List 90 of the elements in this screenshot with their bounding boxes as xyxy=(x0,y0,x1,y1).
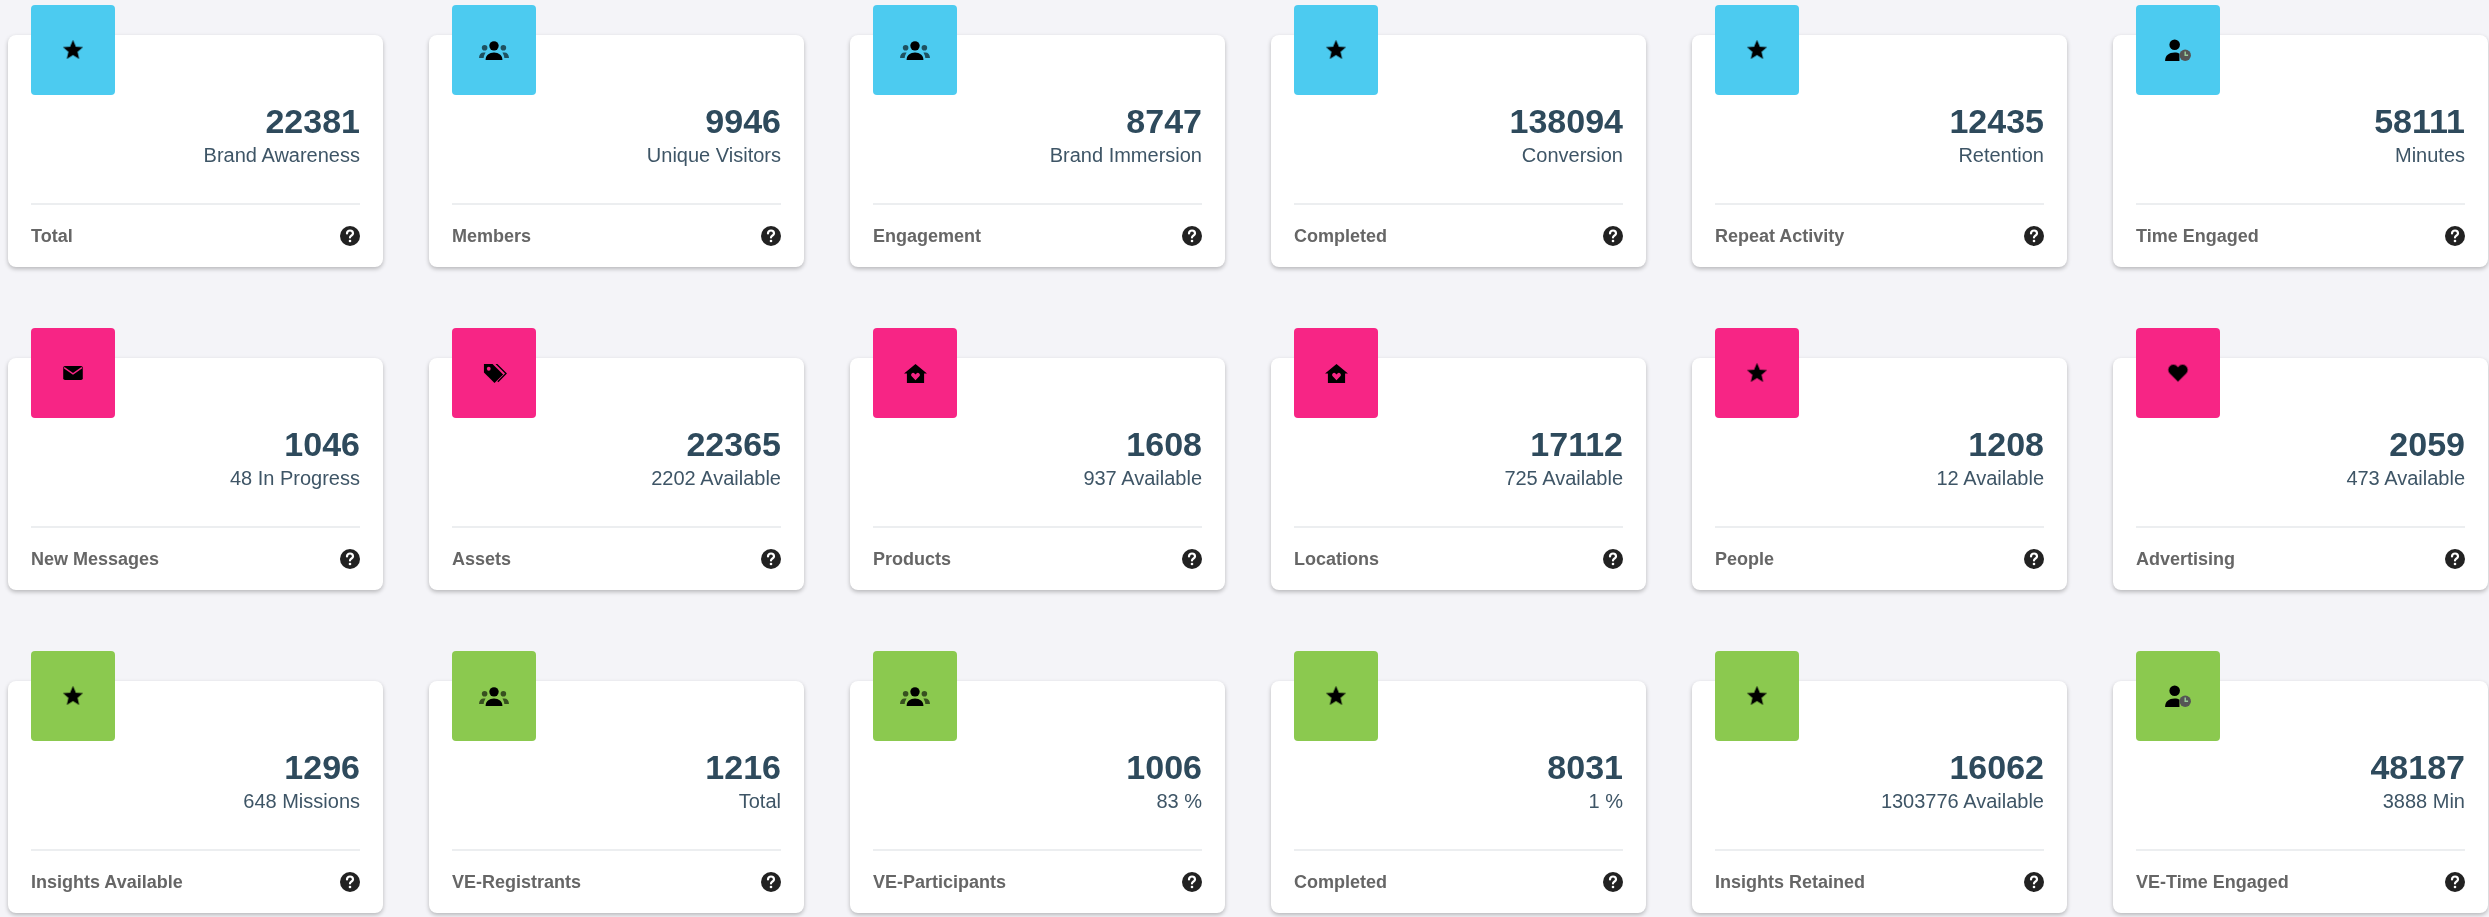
star-icon xyxy=(1325,39,1347,61)
help-icon[interactable] xyxy=(1182,872,1202,892)
card-label: Repeat Activity xyxy=(1715,225,1845,247)
stat-caption: 1303776 Available xyxy=(1880,789,2044,814)
user-clock-icon xyxy=(2164,684,2192,708)
card-label: Engagement xyxy=(873,225,982,247)
help-icon[interactable] xyxy=(2024,226,2044,246)
stat-caption: 473 Available xyxy=(2346,466,2465,491)
help-icon[interactable] xyxy=(340,872,360,892)
stat-caption: 1 % xyxy=(1588,789,1623,814)
stat-caption: 725 Available xyxy=(1504,466,1623,491)
stat-caption: 12 Available xyxy=(1936,466,2044,491)
card-label: VE-Registrants xyxy=(452,871,582,893)
help-icon[interactable] xyxy=(1603,549,1623,569)
stat-value: 1296 xyxy=(284,747,360,787)
star-icon xyxy=(1746,39,1768,61)
stat-value: 1216 xyxy=(705,747,781,787)
help-icon[interactable] xyxy=(340,549,360,569)
card-label: Locations xyxy=(1294,548,1379,570)
card-label: Completed xyxy=(1294,871,1387,893)
help-icon[interactable] xyxy=(1182,226,1202,246)
stat-value: 22381 xyxy=(265,101,360,141)
stat-caption: 2202 Available xyxy=(651,466,781,491)
group-icon xyxy=(900,39,930,61)
card-label: Insights Available xyxy=(31,871,183,893)
stat-caption: 3888 Min xyxy=(2382,789,2465,814)
star-icon xyxy=(1746,362,1768,384)
stat-caption: Minutes xyxy=(2394,143,2465,168)
stat-value: 9946 xyxy=(705,101,781,141)
card-label: New Messages xyxy=(31,548,160,570)
stat-value: 1046 xyxy=(284,424,360,464)
star-icon xyxy=(1746,685,1768,707)
help-icon[interactable] xyxy=(1603,872,1623,892)
stat-value: 8031 xyxy=(1547,747,1623,787)
help-icon[interactable] xyxy=(340,226,360,246)
stat-caption: 937 Available xyxy=(1083,466,1202,491)
star-icon xyxy=(62,39,84,61)
help-icon[interactable] xyxy=(761,549,781,569)
stat-value: 8747 xyxy=(1126,101,1202,141)
help-icon[interactable] xyxy=(2024,549,2044,569)
card-label: Completed xyxy=(1294,225,1387,247)
stat-value: 138094 xyxy=(1509,101,1623,141)
group-icon xyxy=(479,39,509,61)
stat-caption: 648 Missions xyxy=(243,789,360,814)
heart-icon xyxy=(2167,363,2189,383)
stat-value: 17112 xyxy=(1530,424,1623,464)
stat-value: 58111 xyxy=(2374,101,2465,141)
card-label: Advertising xyxy=(2136,548,2236,570)
stat-value: 48187 xyxy=(2370,747,2465,787)
help-icon[interactable] xyxy=(761,872,781,892)
envelope-icon xyxy=(62,365,84,381)
card-label: VE-Participants xyxy=(873,871,1007,893)
stat-value: 22365 xyxy=(686,424,781,464)
stat-value: 12435 xyxy=(1949,101,2044,141)
card-label: People xyxy=(1715,548,1775,570)
stat-value: 1608 xyxy=(1126,424,1202,464)
stat-value: 16062 xyxy=(1949,747,2044,787)
stat-caption: 83 % xyxy=(1156,789,1202,814)
stat-caption: Conversion xyxy=(1521,143,1623,168)
stat-value: 1208 xyxy=(1968,424,2044,464)
stat-caption: 48 In Progress xyxy=(229,466,360,491)
group-icon xyxy=(900,685,930,707)
help-icon[interactable] xyxy=(761,226,781,246)
help-icon[interactable] xyxy=(2445,872,2465,892)
card-label: Products xyxy=(873,548,951,570)
stat-caption: Brand Immersion xyxy=(1049,143,1202,168)
stat-caption: Total xyxy=(738,789,781,814)
help-icon[interactable] xyxy=(1182,549,1202,569)
help-icon[interactable] xyxy=(1603,226,1623,246)
stat-value: 2059 xyxy=(2389,424,2465,464)
group-icon xyxy=(479,685,509,707)
house-icon xyxy=(1323,362,1349,384)
stat-caption: Brand Awareness xyxy=(203,143,360,168)
tags-icon xyxy=(481,361,507,385)
stat-caption: Retention xyxy=(1958,143,2044,168)
card-label: VE-Time Engaged xyxy=(2136,871,2289,893)
help-icon[interactable] xyxy=(2445,549,2465,569)
help-icon[interactable] xyxy=(2024,872,2044,892)
help-icon[interactable] xyxy=(2445,226,2465,246)
card-label: Members xyxy=(452,225,532,247)
card-label: Total xyxy=(31,225,73,247)
card-label: Time Engaged xyxy=(2136,225,2259,247)
card-label: Insights Retained xyxy=(1715,871,1866,893)
user-clock-icon xyxy=(2164,38,2192,62)
star-icon xyxy=(1325,685,1347,707)
house-icon xyxy=(902,362,928,384)
star-icon xyxy=(62,685,84,707)
stat-value: 1006 xyxy=(1126,747,1202,787)
card-label: Assets xyxy=(452,548,512,570)
stat-caption: Unique Visitors xyxy=(646,143,781,168)
